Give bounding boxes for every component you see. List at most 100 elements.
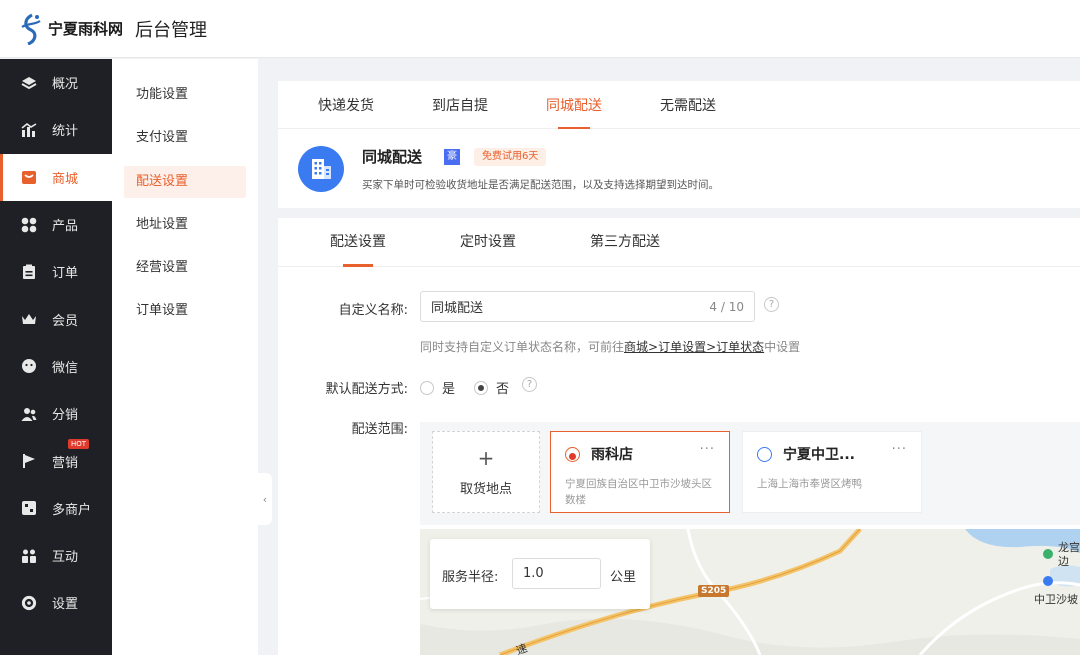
top-header: 宁夏雨科网 后台管理	[0, 0, 1080, 58]
sidebar-item-stats[interactable]: 统计	[0, 106, 112, 153]
custom-name-input[interactable]	[431, 299, 710, 314]
radius-label: 服务半径:	[442, 570, 499, 585]
radio-no-label: 否	[496, 382, 510, 397]
store-address: 上海上海市奉贤区烤鸭	[757, 478, 862, 490]
delivery-settings-card: 配送设置 定时设置 第三方配送 自定义名称: 4 / 10 ? 同时支持自定义订…	[278, 218, 1080, 655]
map-place-label: 边	[1058, 555, 1069, 568]
delivery-type-card: 快递发货 到店自提 同城配送 无需配送 同城配送 豪 免费试用6天 买家下单时可…	[278, 81, 1080, 208]
custom-name-label: 自定义名称:	[338, 303, 408, 318]
custom-name-hint: 同时支持自定义订单状态名称，可前往商城>订单设置>订单状态中设置	[420, 338, 800, 355]
plus-icon: +	[477, 445, 495, 470]
sidebar-item-order[interactable]: 订单	[0, 248, 112, 295]
hint-text: 同时支持自定义订单状态名称，可前往	[420, 340, 625, 354]
feature-title: 同城配送	[362, 148, 423, 166]
feature-description: 买家下单时可检验收货地址是否满足配送范围，以及支持选择期望到达时间。	[362, 179, 719, 191]
building-icon	[298, 146, 344, 192]
sidebar-item-label: 订单	[52, 266, 79, 282]
logo-text: 宁夏雨科网	[48, 20, 124, 38]
page-title: 后台管理	[135, 19, 208, 41]
sidebar-item-member[interactable]: 会员	[0, 295, 112, 342]
submenu-item-delivery[interactable]: 配送设置	[124, 165, 246, 198]
tab-schedule-settings[interactable]: 定时设置	[460, 218, 516, 267]
store-icon	[20, 168, 38, 186]
radio-yes[interactable]: 是	[420, 378, 455, 397]
store-name: 雨科店	[591, 447, 633, 463]
crown-icon	[20, 310, 38, 328]
sidebar-item-mall[interactable]: 商城	[0, 153, 112, 202]
clipboard-icon	[20, 263, 38, 281]
sidebar-item-settings[interactable]: 设置	[0, 579, 112, 626]
add-pickup-button[interactable]: + 取货地点	[432, 431, 540, 513]
radio-yes-label: 是	[442, 382, 456, 397]
delivery-map[interactable]: S205 龙宫 边 中卫沙坡 速 服务半径: 公里	[420, 529, 1080, 655]
tab-pickup[interactable]: 到店自提	[432, 81, 488, 129]
gear-icon	[20, 594, 38, 612]
radio-no[interactable]: 否	[474, 378, 509, 397]
delivery-type-tabs: 快递发货 到店自提 同城配送 无需配送	[278, 81, 1080, 129]
collapse-sidebar-button[interactable]: ‹	[258, 473, 272, 525]
range-label: 配送范围:	[351, 422, 408, 437]
store-address: 宁夏回族自治区中卫市沙坡头区数楼	[565, 478, 712, 506]
sidebar-item-distribution[interactable]: 分销	[0, 390, 112, 437]
flag-icon	[20, 452, 38, 470]
sidebar-item-label: 概况	[52, 77, 79, 93]
sidebar-item-product[interactable]: 产品	[0, 201, 112, 248]
more-icon[interactable]: ···	[700, 442, 715, 457]
sidebar: 概况 统计 商城 产品 订单 会员 微信 分销 营销 HOT 多商户 互动 设置	[0, 59, 112, 655]
store-card[interactable]: 雨科店 ··· 宁夏回族自治区中卫市沙坡头区数楼	[550, 431, 730, 513]
submenu-item-function[interactable]: 功能设置	[124, 79, 246, 111]
submenu-item-address[interactable]: 地址设置	[124, 209, 246, 241]
submenu: 功能设置 支付设置 配送设置 地址设置 经营设置 订单设置	[112, 59, 258, 655]
chart-icon	[20, 121, 38, 139]
order-status-link[interactable]: 商城>订单设置>订单状态	[624, 340, 764, 354]
store-radio	[757, 447, 772, 462]
pickup-locations: + 取货地点 雨科店 ··· 宁夏回族自治区中卫市沙坡头区数楼 宁夏中卫... …	[420, 422, 1080, 525]
submenu-item-order[interactable]: 订单设置	[124, 295, 246, 327]
sidebar-item-interact[interactable]: 互动	[0, 532, 112, 579]
sidebar-item-label: 互动	[52, 550, 79, 566]
submenu-item-business[interactable]: 经营设置	[124, 252, 246, 284]
char-counter: 4 / 10	[709, 299, 744, 314]
tab-express[interactable]: 快递发货	[318, 81, 374, 129]
more-icon[interactable]: ···	[892, 442, 907, 457]
help-icon[interactable]: ?	[764, 297, 779, 312]
radius-input[interactable]	[512, 558, 601, 589]
hot-badge: HOT	[68, 439, 90, 450]
feature-info: 同城配送 豪 免费试用6天 买家下单时可检验收货地址是否满足配送范围，以及支持选…	[278, 129, 1080, 207]
logo-icon	[18, 13, 44, 45]
sidebar-item-marketing[interactable]: 营销 HOT	[0, 437, 112, 484]
radius-unit: 公里	[610, 570, 637, 585]
merchant-icon	[20, 499, 38, 517]
help-icon[interactable]: ?	[522, 377, 537, 392]
store-card[interactable]: 宁夏中卫... ··· 上海上海市奉贤区烤鸭	[742, 431, 922, 513]
store-name: 宁夏中卫...	[783, 447, 855, 463]
sidebar-item-label: 设置	[52, 597, 79, 613]
radio-circle	[420, 380, 434, 395]
custom-name-field[interactable]: 4 / 10	[420, 291, 755, 322]
trial-badge: 免费试用6天	[474, 148, 547, 166]
sidebar-item-label: 营销	[52, 455, 79, 471]
chevron-left-icon: ‹	[262, 492, 268, 506]
tab-local-delivery[interactable]: 同城配送	[546, 81, 602, 129]
sidebar-item-label: 多商户	[52, 502, 92, 518]
users-icon	[20, 405, 38, 423]
hint-suffix: 中设置	[764, 340, 801, 354]
submenu-item-payment[interactable]: 支付设置	[124, 122, 246, 154]
sidebar-item-label: 会员	[52, 313, 79, 329]
sidebar-item-wechat[interactable]: 微信	[0, 343, 112, 390]
default-delivery-label: 默认配送方式:	[325, 382, 408, 397]
tab-third-party-delivery[interactable]: 第三方配送	[590, 218, 660, 267]
interact-icon	[20, 547, 38, 565]
sidebar-item-label: 统计	[52, 124, 79, 140]
sidebar-item-merchant[interactable]: 多商户	[0, 485, 112, 532]
sidebar-item-label: 产品	[52, 219, 79, 235]
sidebar-item-overview[interactable]: 概况	[0, 59, 112, 106]
sidebar-item-label: 商城	[52, 171, 79, 187]
tab-delivery-settings[interactable]: 配送设置	[330, 218, 386, 267]
map-place-label: 中卫沙坡	[1034, 593, 1078, 606]
sidebar-item-label: 微信	[52, 360, 79, 376]
store-radio-selected	[565, 447, 580, 462]
tab-no-delivery[interactable]: 无需配送	[660, 81, 716, 129]
wechat-icon	[20, 357, 38, 375]
sidebar-item-label: 分销	[52, 408, 79, 424]
